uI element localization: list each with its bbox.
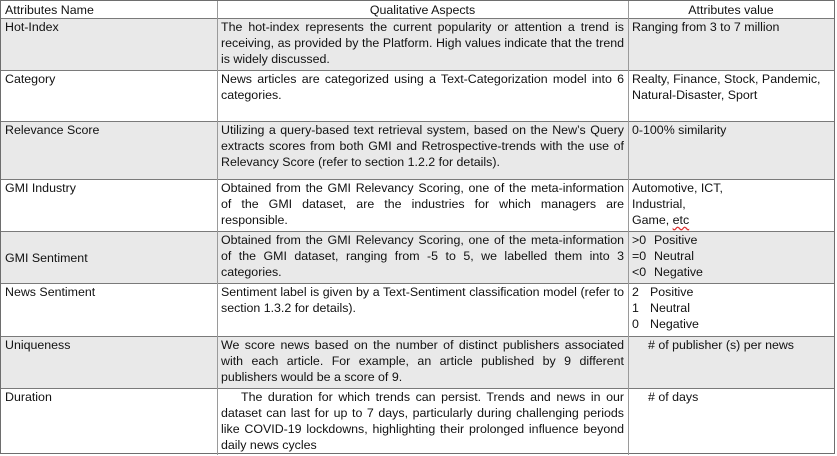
attribute-value: Ranging from 3 to 7 million	[632, 20, 780, 34]
row-divider	[1, 336, 834, 337]
sentiment-symbol: >0	[632, 233, 647, 247]
attribute-description: News articles are categorized using a Te…	[221, 72, 624, 102]
industry-line-text: Game,	[632, 213, 673, 227]
sentiment-symbol: <0	[632, 265, 647, 279]
sentiment-item: 0 Negative	[632, 316, 830, 332]
attribute-name: Category	[5, 72, 56, 86]
sentiment-item: =0 Neutral	[632, 248, 830, 264]
row-divider	[1, 283, 834, 284]
sentiment-item: 2 Positive	[632, 284, 830, 300]
sentiment-label: Neutral	[650, 301, 690, 315]
sentiment-item: <0 Negative	[632, 264, 830, 280]
sentiment-item: >0 Positive	[632, 232, 830, 248]
attribute-description: Sentiment label is given by a Text-Senti…	[221, 285, 624, 315]
attribute-description: We score news based on the number of dis…	[221, 338, 624, 384]
sentiment-item: 1 Neutral	[632, 300, 830, 316]
attributes-table: Attributes Name Qualitative Aspects Attr…	[0, 0, 835, 455]
sentiment-number: 1	[632, 301, 639, 315]
row-divider	[1, 70, 834, 71]
attribute-value: Automotive, ICT, Industrial, Game, etc	[628, 179, 834, 231]
row-divider	[1, 121, 834, 122]
attribute-description: Obtained from the GMI Relevancy Scoring,…	[221, 233, 624, 279]
table-row: GMI Industry Obtained from the GMI Relev…	[1, 179, 834, 231]
attribute-description: Obtained from the GMI Relevancy Scoring,…	[221, 181, 624, 227]
row-divider	[1, 18, 834, 19]
sentiment-label: Positive	[650, 285, 694, 299]
attribute-name: Hot-Index	[5, 20, 59, 34]
attribute-name: GMI Sentiment	[5, 251, 88, 265]
sentiment-label: Negative	[654, 265, 703, 279]
sentiment-label: Neutral	[654, 249, 694, 263]
row-divider	[1, 388, 834, 389]
table-row: Uniqueness We score news based on the nu…	[1, 336, 834, 388]
attribute-value: Realty, Finance, Stock, Pandemic, Natura…	[632, 72, 821, 102]
row-divider	[1, 179, 834, 180]
table-row: Relevance Score Utilizing a query-based …	[1, 121, 834, 179]
table-row: Hot-Index The hot-index represents the c…	[1, 18, 834, 70]
column-divider	[217, 1, 218, 455]
attribute-name: Uniqueness	[5, 338, 71, 352]
row-divider	[1, 231, 834, 232]
column-divider	[628, 1, 629, 455]
table-row: Category News articles are categorized u…	[1, 70, 834, 121]
table-header-row: Attributes Name Qualitative Aspects Attr…	[1, 1, 834, 18]
attribute-description: The hot-index represents the current pop…	[221, 20, 624, 66]
header-attributes-value: Attributes value	[688, 3, 774, 17]
table-row: News Sentiment Sentiment label is given …	[1, 283, 834, 336]
sentiment-number: 0	[632, 317, 639, 331]
attribute-name: News Sentiment	[5, 285, 96, 299]
attribute-value: 2 Positive 1 Neutral 0 Negative	[628, 283, 834, 336]
sentiment-label: Negative	[650, 317, 699, 331]
attribute-value: # of publisher (s) per news	[648, 338, 795, 352]
industry-line: Game, etc	[632, 212, 830, 228]
sentiment-number: 2	[632, 285, 639, 299]
sentiment-symbol: =0	[632, 249, 647, 263]
attribute-value: >0 Positive =0 Neutral <0 Negative	[628, 231, 834, 283]
header-attributes-name: Attributes Name	[5, 3, 94, 17]
attribute-value: # of days	[648, 390, 699, 404]
attribute-description: Utilizing a query-based text retrieval s…	[221, 123, 624, 169]
header-qualitative-aspects: Qualitative Aspects	[369, 3, 476, 17]
spellcheck-etc: etc	[672, 213, 690, 227]
attribute-name: Relevance Score	[5, 123, 100, 137]
table-row: GMI Sentiment Obtained from the GMI Rele…	[1, 231, 834, 283]
attribute-description: The duration for which trends can persis…	[221, 390, 624, 452]
attribute-value: 0-100% similarity	[632, 123, 727, 137]
industry-line: Automotive, ICT,	[632, 181, 723, 195]
table-row: Duration The duration for which trends c…	[1, 388, 834, 455]
attribute-name: Duration	[5, 390, 52, 404]
industry-line: Industrial,	[632, 197, 686, 211]
attribute-name: GMI Industry	[5, 181, 76, 195]
sentiment-label: Positive	[654, 233, 698, 247]
